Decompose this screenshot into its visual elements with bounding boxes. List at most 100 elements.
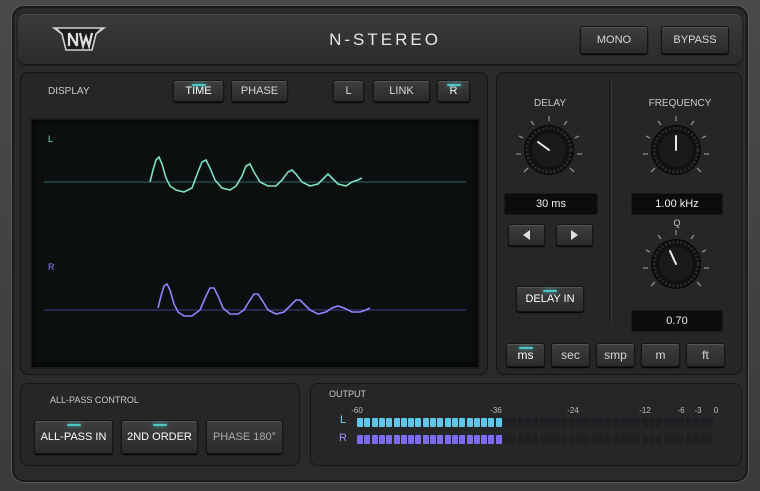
unit-m-label: m bbox=[655, 348, 666, 362]
meter-segment bbox=[692, 418, 699, 427]
meter-segment bbox=[685, 435, 692, 444]
second-order-button[interactable]: 2ND ORDER bbox=[121, 420, 198, 454]
meter-segment bbox=[524, 435, 531, 444]
meter-segment bbox=[707, 435, 714, 444]
trace-r-label: R bbox=[48, 262, 55, 272]
delay-knob[interactable] bbox=[514, 114, 584, 184]
meter-segment bbox=[517, 435, 524, 444]
meter-segment bbox=[473, 435, 480, 444]
bypass-button[interactable]: BYPASS bbox=[661, 26, 729, 54]
meter-segment bbox=[649, 418, 655, 427]
channel-r-button[interactable]: R bbox=[437, 80, 470, 102]
meter-segment bbox=[539, 435, 546, 444]
frequency-knob[interactable] bbox=[641, 114, 711, 184]
arrow-left-icon bbox=[523, 230, 530, 240]
scale-tick-label: -36 bbox=[490, 406, 502, 415]
meter-segment bbox=[378, 435, 385, 444]
tab-time-label: TIME bbox=[185, 85, 212, 97]
meter-segment bbox=[459, 435, 466, 444]
meter-segment bbox=[583, 435, 590, 444]
meter-segment bbox=[451, 435, 458, 444]
meter-segment bbox=[466, 435, 473, 444]
meter-segment bbox=[386, 435, 393, 444]
meter-segment bbox=[488, 435, 495, 444]
unit-smp-button[interactable]: smp bbox=[596, 343, 635, 367]
meter-segment bbox=[488, 418, 495, 427]
unit-sec-button[interactable]: sec bbox=[551, 343, 590, 367]
scale-tick-label: -12 bbox=[639, 406, 651, 415]
meter-segment bbox=[670, 418, 677, 427]
scale-tick-label: -3 bbox=[694, 406, 702, 415]
meter-segment bbox=[634, 435, 641, 444]
meter-segment bbox=[605, 435, 612, 444]
frequency-readout[interactable]: 1.00 kHz bbox=[631, 193, 723, 215]
meter-segment bbox=[663, 418, 670, 427]
meter-segment bbox=[393, 435, 400, 444]
meter-segment bbox=[612, 435, 619, 444]
frequency-label: FREQUENCY bbox=[648, 98, 712, 109]
q-readout[interactable]: 0.70 bbox=[631, 310, 723, 332]
meter-segment bbox=[473, 418, 480, 427]
meter-segment bbox=[532, 435, 539, 444]
bypass-button-label: BYPASS bbox=[673, 34, 717, 46]
allpass-label: ALL-PASS CONTROL bbox=[50, 395, 139, 405]
meter-segment bbox=[685, 418, 692, 427]
meter-segment bbox=[495, 435, 502, 444]
meter-segment bbox=[678, 435, 685, 444]
delay-readout[interactable]: 30 ms bbox=[504, 193, 598, 215]
delay-decrease-button[interactable] bbox=[508, 224, 545, 246]
unit-ms-button[interactable]: ms bbox=[506, 343, 545, 367]
meter-segment bbox=[539, 418, 546, 427]
meter-segment bbox=[481, 435, 488, 444]
meter-segment bbox=[707, 418, 714, 427]
channel-r-led bbox=[446, 84, 461, 86]
meter-segment bbox=[590, 418, 597, 427]
meter-segment bbox=[451, 418, 458, 427]
delay-in-button[interactable]: DELAY IN bbox=[516, 286, 584, 312]
phase-180-button[interactable]: PHASE 180° bbox=[206, 420, 283, 454]
q-label: Q bbox=[673, 218, 681, 228]
meter-segment bbox=[546, 418, 553, 427]
meter-segment bbox=[430, 435, 436, 444]
meter-segment bbox=[641, 418, 648, 427]
mono-button[interactable]: MONO bbox=[580, 26, 648, 54]
unit-ft-button[interactable]: ft bbox=[686, 343, 725, 367]
delay-increase-button[interactable] bbox=[556, 224, 593, 246]
meter-l-label: L bbox=[340, 414, 347, 426]
meter-r-label: R bbox=[339, 432, 347, 444]
meter-segment bbox=[415, 435, 422, 444]
meter-segment bbox=[597, 418, 604, 427]
meter-segment bbox=[612, 418, 619, 427]
meter-segment bbox=[568, 418, 575, 427]
meter-segment bbox=[495, 418, 502, 427]
meter-segment bbox=[663, 435, 670, 444]
meter-segment bbox=[459, 418, 466, 427]
allpass-in-button[interactable]: ALL-PASS IN bbox=[34, 420, 113, 454]
nw-logo-icon bbox=[52, 27, 106, 51]
meter-segment bbox=[503, 418, 509, 427]
scale-tick-label: -24 bbox=[567, 406, 579, 415]
link-button[interactable]: LINK bbox=[373, 80, 430, 102]
meter-segment bbox=[605, 418, 612, 427]
output-label: OUTPUT bbox=[329, 389, 366, 399]
meter-segment bbox=[510, 435, 517, 444]
q-knob[interactable] bbox=[641, 228, 711, 298]
tab-phase[interactable]: PHASE bbox=[231, 80, 288, 102]
tab-time[interactable]: TIME bbox=[173, 80, 224, 102]
meter-segment bbox=[364, 435, 371, 444]
meter-segment bbox=[692, 435, 699, 444]
meter-segment bbox=[466, 418, 473, 427]
meter-segment bbox=[386, 418, 393, 427]
meter-segment bbox=[576, 435, 582, 444]
meter-segment bbox=[510, 418, 517, 427]
meter-segment bbox=[524, 418, 531, 427]
unit-ms-label: ms bbox=[517, 348, 534, 362]
channel-l-button[interactable]: L bbox=[333, 80, 364, 102]
trace-r-waveform bbox=[157, 282, 371, 317]
meter-segment bbox=[393, 418, 400, 427]
meter-segment bbox=[561, 435, 568, 444]
meter-segment bbox=[364, 418, 371, 427]
unit-m-button[interactable]: m bbox=[641, 343, 680, 367]
trace-l-waveform bbox=[149, 155, 363, 193]
meter-segment bbox=[619, 418, 626, 427]
